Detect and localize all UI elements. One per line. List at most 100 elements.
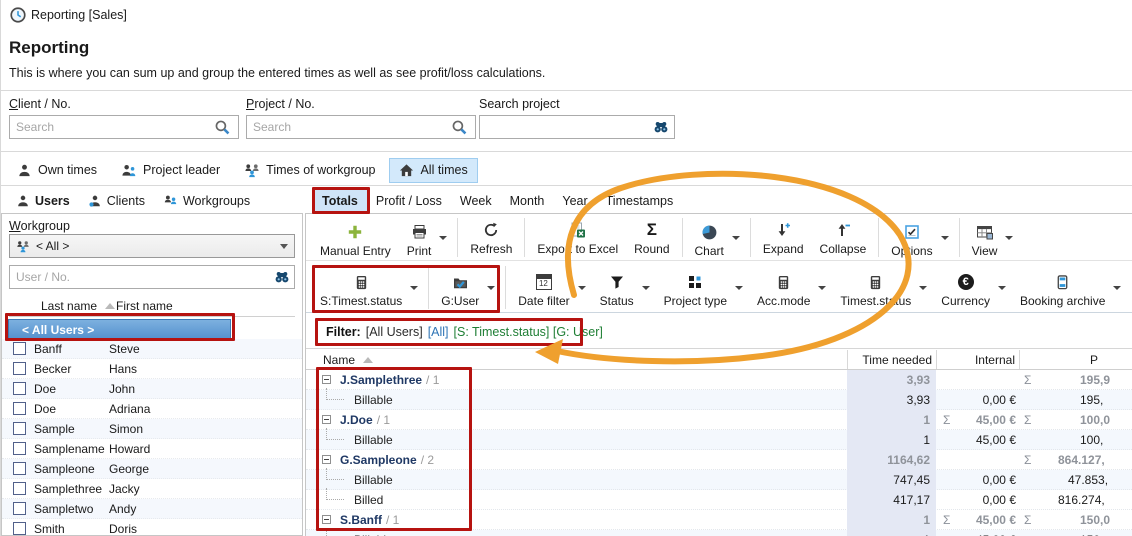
column-time-needed[interactable]: Time needed [847,353,932,367]
user-checkbox[interactable] [13,502,26,515]
print-button[interactable]: Print [399,217,440,258]
user-checkbox[interactable] [13,402,26,415]
timest-status-menu-arrow[interactable] [919,286,927,290]
timest-status-button[interactable]: Timest.status [832,267,919,308]
user-row[interactable]: BeckerHans [2,359,302,379]
options-checkbox-icon [904,224,920,240]
user-row[interactable]: DoeJohn [2,379,302,399]
folder-check-icon [452,275,469,290]
tab-users[interactable]: Users [7,190,79,212]
tab-totals[interactable]: Totals [313,190,367,212]
print-menu-arrow[interactable] [439,236,447,240]
expand-button[interactable]: Expand [755,215,812,260]
tab-month[interactable]: Month [501,190,554,212]
user-row[interactable]: SamplethreeJacky [2,479,302,499]
user-checkbox[interactable] [13,422,26,435]
project-search-input[interactable] [246,115,476,139]
search-project-input[interactable] [479,115,675,139]
sort-timest-status-button[interactable]: S:Timest.status [312,267,410,308]
sum-sigma: Σ [1024,513,1031,527]
project-type-menu-arrow[interactable] [735,286,743,290]
scope-tab-bar: Own times Project leader Times of workgr… [1,155,1132,186]
tab-year[interactable]: Year [553,190,596,212]
tab-timestamps[interactable]: Timestamps [597,190,683,212]
chart-menu-arrow[interactable] [732,236,740,240]
refresh-button[interactable]: Refresh [462,215,520,260]
user-checkbox[interactable] [13,522,26,535]
user-checkbox[interactable] [13,482,26,495]
user-row[interactable]: SmithDoris [2,519,302,536]
status-menu-arrow[interactable] [642,286,650,290]
booking-archive-button[interactable]: Booking archive [1012,267,1113,308]
user-search-input[interactable] [9,265,295,289]
user-row[interactable]: SampleoneGeorge [2,459,302,479]
view-menu-arrow[interactable] [1005,236,1013,240]
user-row[interactable]: SampleSimon [2,419,302,439]
search-panel: Client / No. Project / No. Search projec… [1,90,1132,152]
column-last-name[interactable]: Last name [41,299,115,313]
table-row-group[interactable]: S.Banff/ 1 1 Σ 45,00 € Σ 150,0 [306,510,1132,530]
client-search-input[interactable] [9,115,239,139]
column-first-name[interactable]: First name [116,299,173,313]
tab-times-of-workgroup[interactable]: Times of workgroup [234,158,385,183]
round-button[interactable]: Round [626,215,677,260]
workgroup-select[interactable]: < All > [9,234,295,258]
status-button[interactable]: Status [592,267,642,308]
user-checkbox[interactable] [13,462,26,475]
page-description: This is where you can sum up and group t… [9,66,545,80]
user-row[interactable]: SamplenameHoward [2,439,302,459]
currency-menu-arrow[interactable] [998,286,1006,290]
tab-profit-loss[interactable]: Profit / Loss [367,190,451,212]
table-row-child[interactable]: Billable 3,93 0,00 € 195, [306,390,1132,410]
date-filter-button[interactable]: Date filter [510,267,577,308]
chart-button[interactable]: Chart [687,217,732,258]
collapse-node-icon[interactable] [322,455,331,464]
tab-workgroups[interactable]: Workgroups [154,190,259,212]
acc-mode-menu-arrow[interactable] [818,286,826,290]
sigma-icon [647,220,657,240]
booking-archive-menu-arrow[interactable] [1113,286,1121,290]
tab-week[interactable]: Week [451,190,501,212]
workgroup-icon [163,194,178,208]
column-price[interactable]: P [1090,353,1098,367]
user-checkbox[interactable] [13,342,26,355]
tab-all-times[interactable]: All times [389,158,477,183]
table-row-child[interactable]: Billable 1 45,00 € 100, [306,430,1132,450]
column-name[interactable]: Name [323,353,373,367]
binoculars-icon [274,269,290,285]
user-row[interactable]: SampletwoAndy [2,499,302,519]
view-button[interactable]: View [964,217,1006,258]
table-row-child[interactable]: Billable 747,45 0,00 € 47.853, [306,470,1132,490]
tab-clients[interactable]: Clients [79,190,154,212]
date-filter-menu-arrow[interactable] [578,286,586,290]
options-menu-arrow[interactable] [941,236,949,240]
collapse-node-icon[interactable] [322,415,331,424]
export-to-excel-button[interactable]: Export to Excel [529,215,626,260]
sort-menu-arrow[interactable] [410,286,418,290]
table-row-group[interactable]: J.Doe/ 1 1 Σ 45,00 € Σ 100,0 [306,410,1132,430]
table-row-child-partial[interactable]: Billable 1 45,00 € 150, [306,530,1132,536]
group-user-button[interactable]: G:User [433,267,487,308]
collapse-node-icon[interactable] [322,375,331,384]
user-checkbox[interactable] [13,382,26,395]
options-button[interactable]: Options [883,217,940,258]
table-row-child[interactable]: Billed 417,17 0,00 € 816.274, [306,490,1132,510]
currency-button[interactable]: Currency [933,267,998,308]
acc-mode-button[interactable]: Acc.mode [749,267,818,308]
table-row-group[interactable]: G.Sampleone/ 2 1164,62 Σ 864.127, [306,450,1132,470]
group-menu-arrow[interactable] [487,286,495,290]
user-checkbox[interactable] [13,362,26,375]
user-list-header: Last name First name [9,295,295,317]
column-internal[interactable]: Internal [936,353,1015,367]
collapse-node-icon[interactable] [322,515,331,524]
table-row-group[interactable]: J.Samplethree/ 1 3,93 Σ 195,9 [306,370,1132,390]
collapse-button[interactable]: Collapse [812,215,875,260]
manual-entry-button[interactable]: Manual Entry [312,217,399,258]
tab-own-times[interactable]: Own times [7,158,107,183]
user-row[interactable]: BanffSteve [2,339,302,359]
all-users-row[interactable]: < All Users > [8,319,231,340]
project-type-button[interactable]: Project type [656,267,735,308]
user-checkbox[interactable] [13,442,26,455]
tab-project-leader[interactable]: Project leader [111,158,230,183]
user-row[interactable]: DoeAdriana [2,399,302,419]
